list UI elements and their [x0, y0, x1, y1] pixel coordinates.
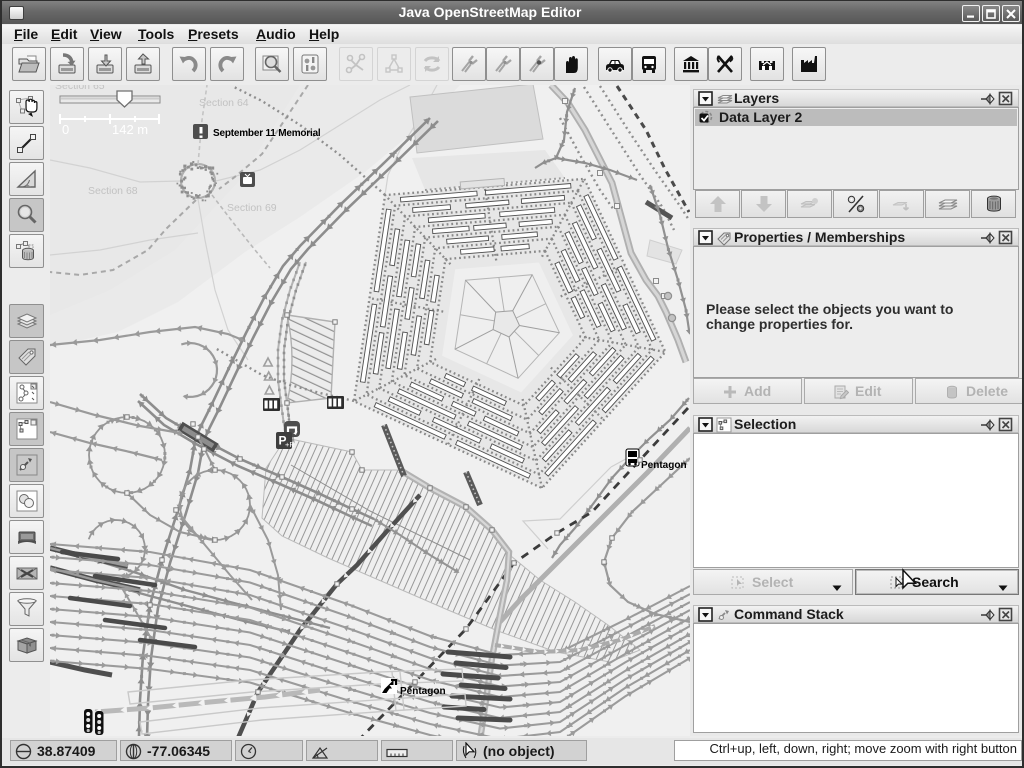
svg-text:Section 64: Section 64: [199, 97, 249, 109]
svg-text:September 11 Memorial: September 11 Memorial: [213, 128, 321, 139]
svg-text:Pentagon: Pentagon: [641, 460, 687, 471]
svg-text:+R: +R: [285, 440, 295, 449]
svg-text:Pentagon: Pentagon: [400, 686, 446, 697]
svg-text:Section 65: Section 65: [55, 85, 105, 92]
svg-text:0: 0: [62, 122, 69, 137]
svg-text:142 m: 142 m: [112, 122, 148, 137]
svg-text:Section 69: Section 69: [227, 202, 277, 214]
svg-text:Section 68: Section 68: [88, 185, 138, 197]
